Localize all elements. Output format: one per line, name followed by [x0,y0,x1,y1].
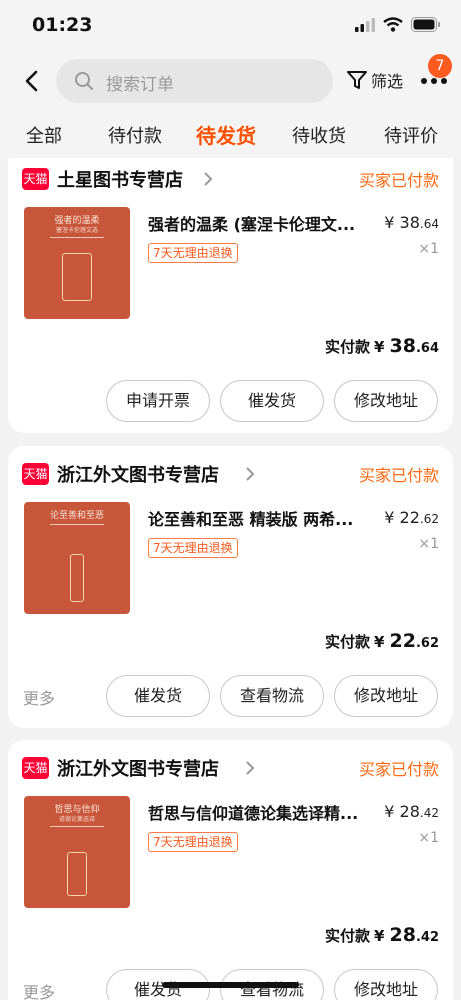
status-time: 01:23 [32,14,93,36]
tmall-logo: 天猫 [22,757,49,779]
book-cover-subtitle: 塞涅卡伦理文选 [55,227,98,234]
tab-pending-payment[interactable]: 待付款 [108,122,162,148]
search-input[interactable]: 搜索订单 [56,59,333,103]
tmall-logo: 天猫 [22,463,49,485]
more-icon[interactable] [420,76,448,86]
tmall-logo: 天猫 [22,168,49,190]
shop-header[interactable]: 天猫 浙江外文图书专营店 买家已付款 [22,456,439,496]
notification-badge: 7 [428,54,452,78]
order-status: 买家已付款 [358,466,439,485]
order-card[interactable]: 天猫 浙江外文图书专营店 买家已付款 论至善和至恶 论至善和至恶 精装版 两希.… [8,446,453,728]
order-card[interactable]: 天猫 浙江外文图书专营店 买家已付款 哲思与信仰 道德论集选译 哲思与信仰道德论… [8,740,453,1000]
back-arrow-icon[interactable] [18,66,48,96]
home-indicator [162,982,299,988]
urge-shipping-button[interactable]: 催发货 [106,675,210,717]
return-policy-tag: 7天无理由退换 [148,832,238,852]
item-quantity: ×1 [418,241,439,257]
search-row: 搜索订单 筛选 7 [0,54,461,106]
change-address-button[interactable]: 修改地址 [334,675,438,717]
request-invoice-button[interactable]: 申请开票 [106,380,210,422]
change-address-button[interactable]: 修改地址 [334,380,438,422]
order-status: 买家已付款 [358,171,439,190]
tab-to-ship[interactable]: 待发货 [196,120,256,149]
chevron-right-icon [246,761,255,775]
tab-to-review[interactable]: 待评价 [384,122,438,148]
more-link[interactable]: 更多 [23,685,55,709]
change-address-button[interactable]: 修改地址 [334,969,438,1000]
filter-icon [347,71,367,89]
book-cover-image[interactable]: 强者的温柔 塞涅卡伦理文选 [24,207,130,319]
cover-rule [50,524,104,525]
item-price: ¥ 38.64 [384,213,439,232]
shop-header[interactable]: 天猫 土星图书专营店 买家已付款 [22,161,439,201]
cover-illustration [67,852,87,896]
cover-illustration [62,253,92,301]
shop-name[interactable]: 浙江外文图书专营店 [57,755,219,781]
book-cover-image[interactable]: 论至善和至恶 [24,502,130,614]
shop-name[interactable]: 土星图书专营店 [57,166,183,192]
book-cover-subtitle: 道德论集选译 [58,816,95,823]
search-icon [75,72,93,90]
filter-label: 筛选 [371,72,404,91]
cover-rule [50,237,104,238]
tab-all[interactable]: 全部 [26,122,62,148]
view-logistics-button[interactable]: 查看物流 [220,675,324,717]
paid-amount: 实付款 ¥ 28.42 [324,924,439,946]
cover-illustration [70,554,84,602]
wifi-icon [383,17,403,32]
order-tabs: 全部 待付款 待发货 待收货 待评价 [0,114,461,158]
paid-amount: 实付款 ¥ 22.62 [324,630,439,652]
shop-name[interactable]: 浙江外文图书专营店 [57,461,219,487]
tab-to-receive[interactable]: 待收货 [292,122,346,148]
book-cover-image[interactable]: 哲思与信仰 道德论集选译 [24,796,130,908]
item-quantity: ×1 [418,830,439,846]
cover-rule [50,826,104,827]
book-cover-title: 论至善和至恶 [49,511,104,521]
search-placeholder: 搜索订单 [106,75,174,95]
return-policy-tag: 7天无理由退换 [148,243,238,263]
header: 01:23 搜索订单 筛选 7 全部 待付款 待发货 待收货 待评价 [0,0,461,158]
signal-icon [355,17,375,32]
status-bar: 01:23 [0,0,461,52]
return-policy-tag: 7天无理由退换 [148,538,238,558]
item-quantity: ×1 [418,536,439,552]
item-title[interactable]: 强者的温柔 (塞涅卡伦理文... [148,211,355,235]
more-link[interactable]: 更多 [23,979,55,1000]
chevron-right-icon [246,467,255,481]
battery-icon [411,17,440,32]
item-price: ¥ 28.42 [384,802,439,821]
item-price: ¥ 22.62 [384,508,439,527]
filter-button[interactable]: 筛选 [346,68,403,92]
order-card[interactable]: 天猫 土星图书专营店 买家已付款 强者的温柔 塞涅卡伦理文选 强者的温柔 (塞涅… [8,145,453,433]
item-title[interactable]: 论至善和至恶 精装版 两希... [148,506,353,530]
urge-shipping-button[interactable]: 催发货 [220,380,324,422]
chevron-right-icon [204,172,213,186]
order-status: 买家已付款 [358,760,439,779]
paid-amount: 实付款 ¥ 38.64 [324,335,439,357]
status-icons [355,17,441,32]
item-title[interactable]: 哲思与信仰道德论集选译精... [148,800,358,824]
shop-header[interactable]: 天猫 浙江外文图书专营店 买家已付款 [22,750,439,790]
